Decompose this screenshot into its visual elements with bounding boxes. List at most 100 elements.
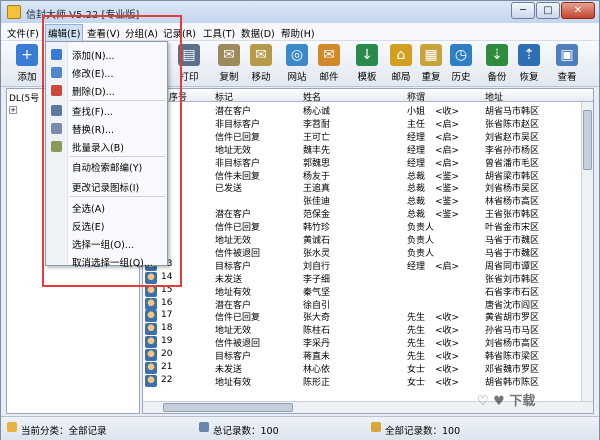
horizontal-scroll-thumb[interactable] — [163, 403, 293, 412]
table-row[interactable]: 潜在客户 范保金 总裁 <鉴> 王省张市韩区 — [143, 207, 580, 221]
table-row[interactable]: 21 未发送 林心依 女士 <收> 邓省魏市罗区 — [143, 362, 580, 375]
menu-file[interactable]: 文件(F) — [7, 26, 39, 40]
column-header-title[interactable]: 称谓 — [407, 90, 425, 103]
table-row[interactable]: 非目标客户 郭魏思 经理 <启> 曾省潘市毛区 — [143, 155, 580, 169]
edit-menu-item-label: 查找(F)... — [72, 107, 113, 118]
table-row[interactable]: 20 目标客户 蒋直未 先生 <收> 韩省陈市梁区 — [143, 349, 580, 363]
replace-icon — [51, 123, 62, 134]
edit-menu-item[interactable]: 批量录入(B) — [46, 138, 167, 154]
tree-node[interactable]: + — [9, 105, 19, 115]
table-row[interactable]: 13目标客户刘自行经理<启>周省同市谭区 — [143, 258, 580, 272]
delete-record-icon — [51, 85, 62, 96]
edit-menu-item[interactable]: 反选(E) — [46, 217, 167, 233]
table-row[interactable]: 14 未发送 李子细 张省刘市韩区 — [143, 271, 580, 285]
table-row[interactable]: 22 地址有效 陈形正 女士 <收> 胡省韩市陈区 — [143, 374, 580, 388]
menu-group[interactable]: 分组(A) — [125, 26, 158, 40]
edit-menu-item[interactable]: 替换(R)... — [46, 120, 167, 136]
cell-salutation: <收> — [435, 313, 460, 324]
vertical-scroll-thumb[interactable] — [583, 110, 592, 170]
cell-salutation: <启> — [435, 158, 460, 169]
table-row[interactable]: 信件已回复 王可亡 经理 <启> 刘省赵市吴区 — [143, 129, 580, 143]
post-office-icon: ⌂ — [390, 44, 412, 66]
table-row[interactable]: 15 地址有效 秦气坚 石省李市石区 — [143, 284, 580, 298]
close-button[interactable]: ✕ — [561, 2, 595, 19]
edit-menu-item[interactable]: 取消选择一组(Q)... — [46, 253, 167, 269]
cell-salutation: <收> — [435, 352, 460, 363]
menu-edit[interactable]: 编辑(E) — [45, 24, 84, 42]
table-row[interactable]: 18 地址无效 陈柱石 先生 <收> 孙省马市马区 — [143, 323, 580, 336]
edit-menu-item[interactable]: 查找(F)... — [46, 102, 167, 118]
cell-name: 王可亡 — [303, 132, 331, 143]
cell-name: 杨友于 — [303, 171, 331, 182]
toolbar-history-button[interactable]: ◷ 历史 — [443, 43, 479, 85]
table-row[interactable]: 16 潜在客户 徐自引 唐省沈市阎区 — [143, 297, 580, 311]
tree-root[interactable]: DL(5号 — [9, 91, 39, 104]
table-row[interactable]: 信件已回复 韩竹珍 负责人 叶省金市宋区 — [143, 220, 580, 234]
cell-title: 经理 — [407, 261, 426, 272]
column-header-mark[interactable]: 标记 — [215, 90, 233, 103]
menu-view[interactable]: 查看(V) — [87, 26, 120, 40]
records-table[interactable]: 序号 标记 姓名 称谓 地址 潜在客户 杨心诚 小姐 <收> 胡省马市韩区 非目标客户 李苕… — [142, 88, 594, 414]
cell-salutation: <鉴> — [435, 184, 460, 195]
menu-record[interactable]: 记录(R) — [163, 26, 196, 40]
menu-help[interactable]: 帮助(H) — [281, 26, 315, 40]
cell-name: 陈形正 — [303, 377, 331, 388]
column-header-name[interactable]: 姓名 — [303, 90, 321, 103]
cell-salutation: <收> — [435, 365, 460, 375]
edit-menu-item[interactable]: 更改记录图标(I) — [46, 178, 167, 194]
edit-menu-item-label: 修改(E)... — [72, 69, 114, 80]
menu-tools[interactable]: 工具(T) — [203, 26, 235, 40]
minimize-button[interactable]: ─ — [511, 2, 535, 19]
cell-name: 韩竹珍 — [303, 223, 331, 234]
table-row[interactable]: 地址无效 魏丰先 经理 <启> 李省孙市杨区 — [143, 142, 580, 156]
toolbar-website-button[interactable]: ◎ 网站 — [279, 43, 315, 85]
edit-menu-item[interactable]: 选择一组(O)... — [46, 235, 167, 251]
toolbar-copy-button[interactable]: ✉ 复制 — [211, 43, 247, 85]
cell-salutation: <收> — [435, 377, 460, 388]
cell-name: 范保金 — [303, 210, 331, 221]
maximize-button[interactable]: □ — [536, 2, 560, 19]
cell-address: 黄省胡市罗区 — [485, 313, 540, 324]
edit-menu-item[interactable]: 全选(A) — [46, 199, 167, 215]
column-header-address[interactable]: 地址 — [485, 90, 503, 103]
toolbar-move-button[interactable]: ✉ 移动 — [243, 43, 279, 85]
status-category: 当前分类：全部记录 — [21, 426, 107, 437]
toolbar-backup-button[interactable]: ⇣ 备份 — [479, 43, 515, 85]
table-row[interactable]: 已发送 王追真 总裁 <鉴> 刘省杨市吴区 — [143, 181, 580, 195]
edit-menu-item[interactable]: 自动检索邮编(Y) — [46, 158, 167, 174]
toolbar-mail-button[interactable]: ✉ 邮件 — [311, 43, 347, 85]
cell-address: 刘省赵市吴区 — [485, 132, 540, 143]
table-row[interactable]: 地址无效 黄诚石 负责人 马省于市魏区 — [143, 233, 580, 246]
view-screen-icon: ▣ — [556, 44, 578, 66]
cell-title: 总裁 — [407, 184, 426, 195]
table-row[interactable]: 17 信件已回复 张大奇 先生 <收> 黄省胡市罗区 — [143, 310, 580, 324]
table-row[interactable]: 信件未回复 杨友于 总裁 <鉴> 胡省梁市韩区 — [143, 168, 580, 182]
restore-icon: ⇡ — [518, 44, 540, 66]
table-row[interactable]: 非目标客户 李苕耐 主任 <启> 张省陈市赵区 — [143, 116, 580, 130]
edit-menu-item[interactable]: 删除(D)... — [46, 82, 167, 98]
table-row[interactable]: 信件被退回 张水灵 负责人 马省于市魏区 — [143, 245, 580, 259]
menu-data[interactable]: 数据(D) — [241, 26, 275, 40]
cell-mark: 目标客户 — [215, 261, 252, 272]
vertical-scrollbar[interactable] — [581, 102, 593, 402]
table-row[interactable]: 张佳迪 总裁 <鉴> 林省杨市高区 — [143, 194, 580, 207]
status-total: 总记录数：100 — [213, 426, 279, 437]
edit-menu-item[interactable]: 修改(E)... — [46, 64, 167, 80]
toolbar-print-button[interactable]: ▤ 打印 — [171, 43, 207, 85]
toolbar-template-button[interactable]: ↓ 模板 — [349, 43, 385, 85]
table-row[interactable]: 潜在客户 杨心诚 小姐 <收> 胡省马市韩区 — [143, 104, 580, 117]
edit-menu-item[interactable]: 添加(N)... — [46, 46, 167, 62]
toolbar-view-button[interactable]: ▣ 查看 — [549, 43, 585, 85]
title-bar[interactable]: 信封大师 V5.22 [专业版] ─ □ ✕ — [1, 1, 599, 23]
cell-title: 先生 — [407, 313, 426, 324]
column-header-no[interactable]: 序号 — [169, 90, 187, 103]
cell-no: 22 — [161, 374, 173, 385]
cell-name: 郭魏思 — [303, 158, 331, 169]
backup-icon: ⇣ — [486, 44, 508, 66]
cell-title: 经理 — [407, 158, 426, 169]
table-row[interactable]: 19 信件被退回 李采丹 先生 <收> 刘省杨市高区 — [143, 336, 580, 349]
toolbar-add-button[interactable]: + 添加 — [9, 43, 45, 85]
toolbar-restore-button[interactable]: ⇡ 恢复 — [511, 43, 547, 85]
tree-expand-icon[interactable]: + — [9, 105, 17, 114]
cell-title: 女士 — [407, 365, 426, 375]
